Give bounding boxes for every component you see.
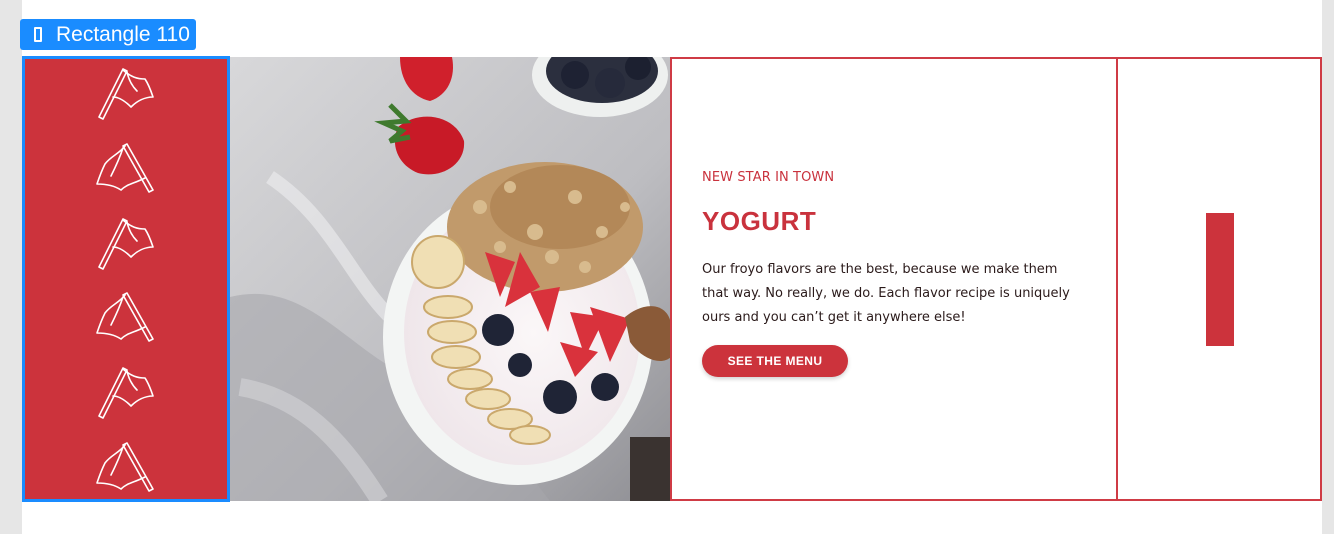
yogurt-bowl-photo — [230, 57, 671, 501]
flag-icon — [96, 292, 154, 342]
see-the-menu-button[interactable]: SEE THE MENU — [702, 345, 848, 377]
hero-title: YOGURT — [702, 206, 817, 236]
flag-icon — [96, 442, 154, 492]
panel-divider — [670, 57, 672, 501]
flag-icon — [98, 218, 154, 270]
panel-divider — [1116, 57, 1118, 501]
layer-name: Rectangle 110 — [56, 23, 190, 46]
accent-bar — [1206, 213, 1234, 346]
flag-panel[interactable] — [22, 56, 230, 502]
frame-icon — [34, 27, 42, 42]
flag-icon — [98, 68, 154, 120]
yogurt-bowl-image — [230, 57, 671, 501]
hero-eyebrow: NEW STAR IN TOWN — [702, 170, 835, 185]
hero-content: NEW STAR IN TOWN YOGURT Our froyo flavor… — [702, 170, 1092, 377]
flag-icon — [96, 143, 154, 193]
layer-selection-label[interactable]: Rectangle 110 — [20, 19, 196, 50]
hero-body: Our froyo flavors are the best, because … — [702, 262, 1070, 325]
flag-icon — [98, 367, 154, 419]
